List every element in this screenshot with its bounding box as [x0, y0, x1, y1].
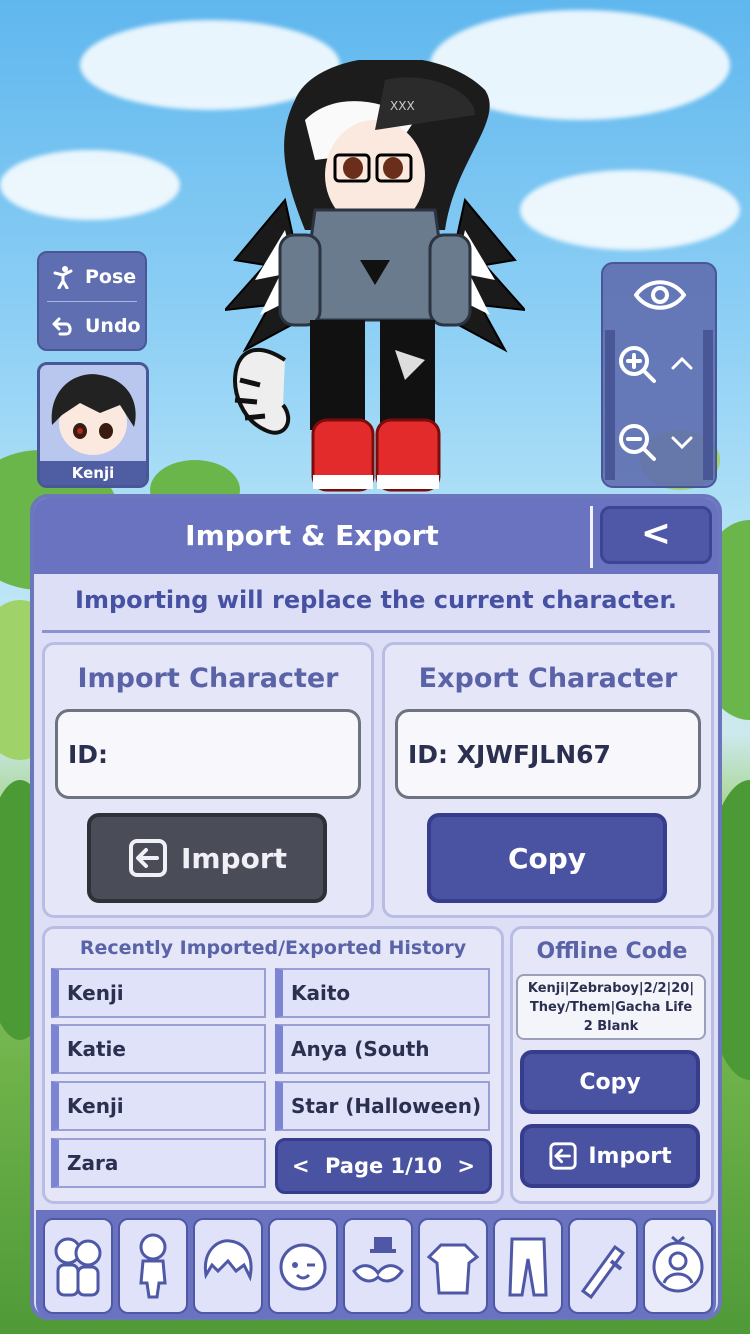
- undo-icon: [52, 317, 72, 336]
- bottom-icon: [508, 1237, 548, 1297]
- bottom-tab[interactable]: [493, 1218, 563, 1314]
- prev-page-button[interactable]: <: [292, 1154, 310, 1178]
- zoom-out-icon: [619, 424, 656, 461]
- offline-copy-label: Copy: [579, 1069, 641, 1095]
- eye-icon: [634, 280, 686, 310]
- accessories-tab[interactable]: [343, 1218, 413, 1314]
- face-icon: [279, 1243, 327, 1291]
- presets-icon: [54, 1237, 102, 1297]
- export-id-field[interactable]: ID: XJWFJLN67: [395, 709, 701, 799]
- undo-label: Undo: [85, 315, 141, 337]
- offline-code-text[interactable]: Kenji|Zebraboy|2/2|20|They/Them|Gacha Li…: [516, 974, 706, 1040]
- camera-controls: [601, 262, 717, 488]
- visibility-button[interactable]: [631, 274, 689, 316]
- presets-tab[interactable]: [43, 1218, 113, 1314]
- scroll-up-button[interactable]: [667, 348, 697, 378]
- category-bar: [36, 1210, 716, 1318]
- offline-code-title: Offline Code: [536, 939, 688, 964]
- import-character-box: Import Character ID: Import: [42, 642, 374, 918]
- chevron-up-icon: [671, 356, 693, 370]
- copy-id-button[interactable]: Copy: [427, 813, 667, 903]
- top-icon: [426, 1243, 480, 1295]
- history-pager: < Page 1/10 >: [275, 1138, 492, 1194]
- character-name: Kenji: [40, 461, 146, 485]
- accessories-icon: [352, 1237, 404, 1283]
- profile-tab[interactable]: [643, 1218, 713, 1314]
- character-sprite[interactable]: XXX: [222, 57, 528, 500]
- next-page-button[interactable]: >: [457, 1154, 475, 1178]
- scroll-down-button[interactable]: [667, 428, 697, 458]
- offline-import-button[interactable]: Import: [520, 1124, 700, 1188]
- divider: [42, 630, 710, 633]
- avatar: [40, 365, 146, 461]
- pose-icon: [53, 266, 73, 289]
- back-button[interactable]: <: [600, 506, 712, 564]
- import-character-title: Import Character: [77, 663, 339, 694]
- history-item[interactable]: Kenji: [51, 968, 266, 1018]
- history-item[interactable]: Kaito: [275, 968, 490, 1018]
- face-tab[interactable]: [268, 1218, 338, 1314]
- svg-text:XXX: XXX: [390, 99, 415, 113]
- export-character-title: Export Character: [418, 663, 678, 694]
- props-icon: [580, 1244, 626, 1300]
- history-item[interactable]: Star (Halloween): [275, 1081, 490, 1131]
- import-id-input[interactable]: ID:: [55, 709, 361, 799]
- import-button-label: Import: [180, 841, 288, 875]
- offline-import-label: Import: [588, 1143, 672, 1169]
- character-select-card[interactable]: Kenji: [37, 362, 149, 488]
- import-button[interactable]: Import: [87, 813, 327, 903]
- panel-header: Import & Export <: [34, 498, 718, 574]
- body-tab[interactable]: [118, 1218, 188, 1314]
- hair-icon: [203, 1239, 253, 1282]
- pose-button[interactable]: Pose: [39, 253, 145, 301]
- profile-icon: [652, 1235, 704, 1293]
- undo-button[interactable]: Undo: [39, 302, 145, 350]
- import-export-panel: Import & Export < Importing will replace…: [30, 494, 722, 1320]
- history-item[interactable]: Anya (South: [275, 1024, 490, 1074]
- props-tab[interactable]: [568, 1218, 638, 1314]
- import-warning: Importing will replace the current chara…: [75, 586, 677, 614]
- history-title: Recently Imported/Exported History: [79, 937, 467, 959]
- body-icon: [139, 1233, 167, 1299]
- copy-id-button-label: Copy: [507, 841, 587, 875]
- zoom-track: [605, 330, 615, 480]
- zoom-out-button[interactable]: [615, 420, 659, 464]
- scroll-track: [703, 330, 713, 480]
- import-icon: [549, 1142, 577, 1170]
- import-icon: [128, 839, 167, 877]
- pose-label: Pose: [85, 266, 137, 288]
- top-tab[interactable]: [418, 1218, 488, 1314]
- history-item[interactable]: Katie: [51, 1024, 266, 1074]
- zoom-in-icon: [619, 346, 656, 383]
- hair-tab[interactable]: [193, 1218, 263, 1314]
- offline-copy-button[interactable]: Copy: [520, 1050, 700, 1114]
- chevron-down-icon: [671, 436, 693, 450]
- zoom-in-button[interactable]: [615, 342, 659, 386]
- page-indicator: Page 1/10: [324, 1154, 443, 1178]
- panel-title: Import & Export: [185, 519, 439, 552]
- pose-undo-panel: Pose Undo: [37, 251, 147, 351]
- header-divider: [590, 506, 593, 568]
- export-character-box: Export Character ID: XJWFJLN67 Copy: [382, 642, 714, 918]
- history-item[interactable]: Kenji: [51, 1081, 266, 1131]
- history-item[interactable]: Zara: [51, 1138, 266, 1188]
